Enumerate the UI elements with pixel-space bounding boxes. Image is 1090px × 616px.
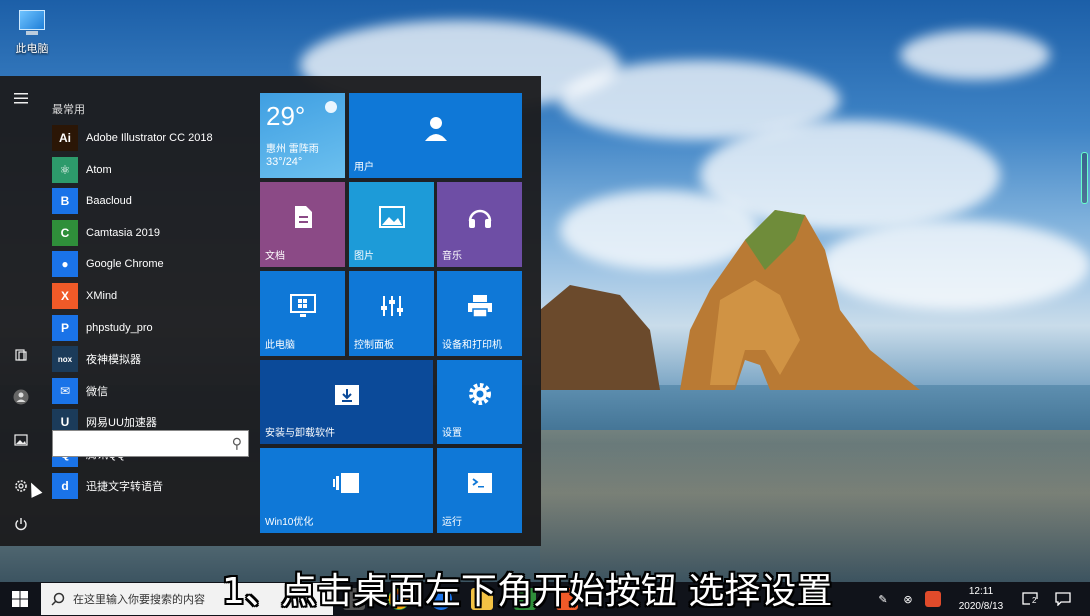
app-list-item[interactable]: ✉ 微信 [52,376,250,406]
taskbar-clock[interactable]: 12:11 2020/8/13 [950,584,1012,614]
weather-range: 33°/24° [266,156,303,168]
app-list-item-label: Google Chrome [86,258,164,271]
phpstudy-icon: P [52,314,78,341]
desktop-icon-label: 此电脑 [15,43,49,55]
tile-pictures[interactable]: 图片 [349,182,434,267]
app-list-item[interactable]: ⚛ Atom [52,155,250,185]
xmind-icon: X [52,283,78,309]
tile-user-label: 用户 [354,162,374,173]
camtasia-icon: C [52,219,78,246]
tile-settings[interactable]: 设置 [437,360,522,444]
power-icon[interactable] [9,512,33,536]
document-icon [260,182,345,251]
weather-city: 惠州 雷阵雨 [266,144,319,155]
app-list-item[interactable]: d 迅捷文字转语音 [52,471,250,501]
start-menu: 最常用 Ai Adobe Illustrator CC 2018 ⚛ Atom B Baa… [0,76,541,546]
app-list-item-label: 网易UU加速器 [86,417,157,430]
app-list-item-label: Camtasia 2019 [86,226,160,239]
clock-date: 2020/8/13 [958,601,1004,612]
tile-this-pc-label: 此电脑 [265,340,295,351]
xunjie-icon: d [52,472,78,499]
printer-icon [437,271,522,340]
app-list-item[interactable]: B Baacloud [52,186,250,216]
nox-icon: nox [52,346,78,373]
monitor-windows-icon [260,271,345,340]
tile-settings-label: 设置 [442,428,462,439]
tile-control-panel-label: 控制面板 [354,340,394,351]
most-used-heading: 最常用 [52,104,85,116]
tile-documents[interactable]: 文档 [260,182,345,267]
app-list-item-label: Adobe Illustrator CC 2018 [86,132,213,144]
app-list-item[interactable]: nox 夜神模拟器 [52,344,250,374]
run-prompt-icon [437,448,522,517]
user-account-icon[interactable] [9,385,33,409]
start-search-input[interactable]: ⚲ [52,430,249,457]
tile-run-label: 运行 [442,517,462,528]
app-list-item-label: 微信 [86,385,108,398]
taskbar-search-placeholder: 在这里输入你要搜索的内容 [73,594,205,606]
start-rail [0,76,42,546]
tile-devices-printers[interactable]: 设备和打印机 [437,271,522,356]
windows-logo-icon [12,591,28,607]
windows-start-button[interactable] [0,582,40,616]
baacloud-icon: B [52,188,78,215]
app-list-item[interactable]: X XMind [52,281,250,311]
tile-user[interactable]: 用户 [349,93,522,178]
close-circle-tray-icon[interactable]: ⊗ [900,582,916,616]
search-icon: ⚲ [231,435,242,451]
tile-devices-printers-label: 设备和打印机 [442,340,502,351]
tile-this-pc[interactable]: 此电脑 [260,271,345,356]
pen-tray-icon[interactable]: ✎ [874,582,892,616]
download-box-icon [260,360,433,428]
app-list-item-label: Atom [86,163,112,176]
tile-pictures-label: 图片 [354,251,374,262]
desktop-icon-this-pc[interactable]: 此电脑 [8,8,56,56]
tile-install-uninstall-label: 安装与卸载软件 [265,428,335,439]
tile-run[interactable]: 运行 [437,448,522,533]
person-icon [349,93,522,162]
app-list-item[interactable]: Pphpstudy_pro [52,313,250,343]
weather-moon-icon [325,101,337,113]
weather-tile[interactable]: 29° 惠州 雷阵雨 33°/24° [260,93,345,178]
chrome-icon: ● [52,251,78,278]
window-panels-icon [260,448,433,517]
tile-install-uninstall[interactable]: 安装与卸载软件 [260,360,433,444]
video-subtitle: 1、点击桌面左下角开始按钮 选择设置 [222,571,833,612]
app-list-item-label: 夜神模拟器 [86,354,141,367]
app-list-item-label: Baacloud [86,195,132,208]
pictures-icon[interactable] [9,428,33,452]
tile-music-label: 音乐 [442,251,462,262]
headphones-icon [437,182,522,251]
image-icon [349,182,434,251]
search-icon [51,592,65,606]
wechat-icon: ✉ [52,377,78,404]
hamburger-menu-icon[interactable] [9,86,33,110]
sogou-input-icon[interactable] [925,591,941,607]
clock-time: 12:11 [968,586,994,597]
message-tray-icon[interactable]: 2 [1018,582,1042,616]
sliders-icon [349,271,434,340]
computer-icon [15,10,49,36]
app-list-item-label: phpstudy_pro [86,321,153,334]
app-list: 最常用 Ai Adobe Illustrator CC 2018 ⚛ Atom B Baa… [42,76,250,546]
gear-icon [437,360,522,428]
scrollbar-thumb[interactable] [1081,152,1088,204]
tile-win10-optimize-label: Win10优化 [265,517,314,528]
tile-music[interactable]: 音乐 [437,182,522,267]
tile-control-panel[interactable]: 控制面板 [349,271,434,356]
tile-documents-label: 文档 [265,251,285,262]
illustrator-icon: Ai [52,125,78,151]
tablet-mode-icon[interactable] [9,343,33,367]
action-center-icon[interactable] [1052,582,1074,616]
app-list-item[interactable]: Ai Adobe Illustrator CC 2018 [52,123,250,153]
app-list-item-label: 迅捷文字转语音 [86,480,163,493]
weather-temp: 29° [266,101,306,131]
atom-icon: ⚛ [52,156,78,183]
tile-win10-optimize[interactable]: Win10优化 [260,448,433,533]
app-list-item[interactable]: ● Google Chrome [52,249,250,279]
notification-count: 2 [1032,596,1037,605]
app-list-item[interactable]: C Camtasia 2019 [52,218,250,248]
app-list-item-label: XMind [86,290,118,302]
